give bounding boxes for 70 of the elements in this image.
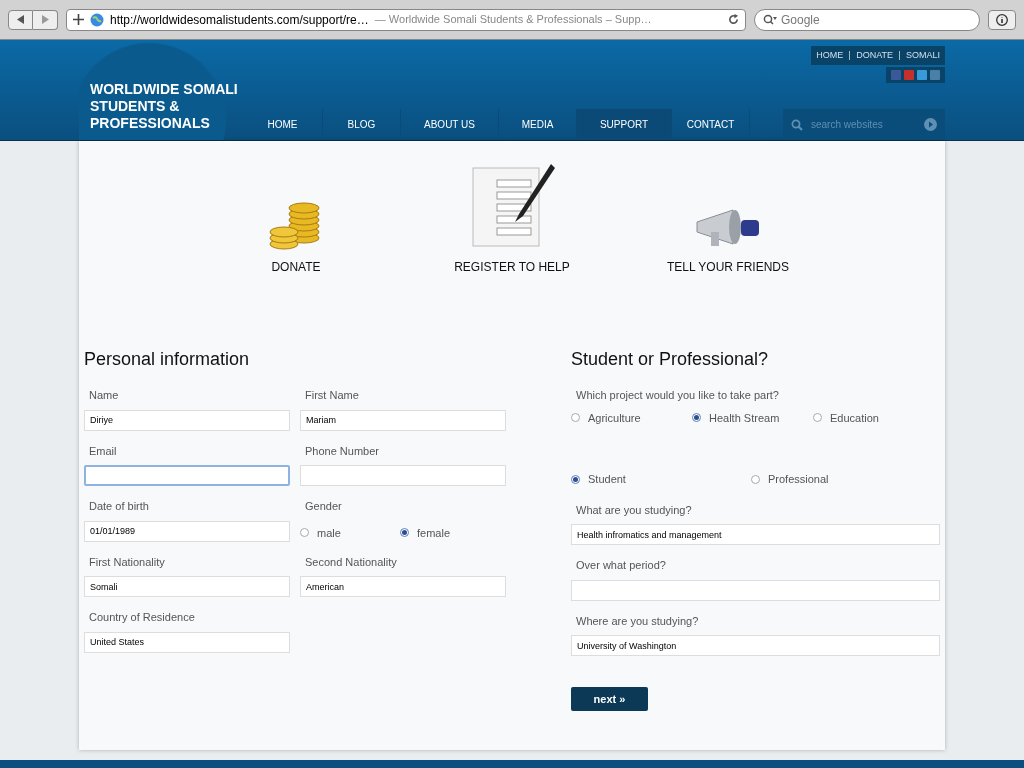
radio-button[interactable] — [692, 413, 701, 423]
forward-button[interactable] — [33, 9, 58, 30]
search-icon — [791, 118, 803, 131]
reload-icon[interactable] — [728, 14, 739, 25]
field-label: Phone Number — [304, 443, 380, 459]
radio-label: Education — [830, 410, 879, 426]
field-label: First Nationality — [88, 554, 166, 570]
text-field[interactable] — [300, 465, 506, 486]
top-link[interactable]: HOME — [816, 48, 844, 63]
nav-tab[interactable]: SUPPORT — [577, 109, 672, 140]
radio-label: Agriculture — [588, 410, 641, 426]
field-label: Where are you studying? — [575, 613, 700, 629]
address-bar[interactable]: http://worldwidesomalistudents.com/support/re… — Worldwide Somali Students & Professionals – Supp… — [66, 8, 746, 31]
radio-button[interactable] — [571, 413, 580, 423]
action-link[interactable]: DONATE — [271, 258, 321, 276]
section-heading: Personal information — [84, 348, 251, 371]
top-link[interactable]: DONATE — [856, 48, 893, 63]
field-label: Over what period? — [575, 558, 667, 573]
info-button[interactable] — [988, 9, 1016, 30]
back-button[interactable] — [8, 9, 33, 30]
nav-tab[interactable]: HOME — [243, 109, 323, 140]
nav-tab[interactable]: BLOG — [323, 109, 401, 140]
action-link[interactable]: REGISTER TO HELP — [454, 258, 570, 276]
forward-arrow-icon — [41, 15, 49, 24]
top-link[interactable]: SOMALI — [906, 48, 940, 63]
text-field[interactable]: University of Washington — [571, 635, 940, 656]
text-field[interactable]: United States — [84, 631, 290, 653]
nav-tab[interactable]: ABOUT US — [401, 109, 499, 140]
radio-button[interactable] — [813, 413, 822, 423]
text-field[interactable]: American — [300, 576, 506, 597]
radio-button[interactable] — [300, 528, 309, 538]
text-field[interactable]: 01/01/1989 — [84, 520, 290, 542]
plus-icon[interactable] — [73, 14, 84, 25]
search-placeholder: search websites — [811, 118, 883, 132]
field-label: First Name — [304, 388, 360, 403]
radio-label: Student — [588, 472, 626, 487]
field-label: Email — [88, 443, 118, 459]
page-title-text: — Worldwide Somali Students & Professionals – Supp… — [374, 12, 652, 28]
section-heading: Student or Professional? — [571, 348, 770, 371]
radio-label: Health Stream — [709, 410, 780, 426]
radio-button[interactable] — [400, 528, 409, 538]
search-field[interactable]: Google — [754, 8, 980, 31]
text-field[interactable] — [571, 579, 940, 601]
search-placeholder: Google — [781, 11, 820, 29]
info-icon — [996, 13, 1008, 26]
radio-button[interactable] — [751, 474, 760, 484]
text-field[interactable]: Mariam — [300, 409, 506, 431]
field-label: Gender — [304, 499, 343, 514]
radio-button[interactable] — [571, 474, 580, 484]
nav-tab[interactable]: CONTACT — [672, 109, 750, 140]
field-label: What are you studying? — [575, 502, 693, 518]
radio-label: female — [417, 525, 451, 541]
text-field[interactable] — [84, 465, 290, 486]
form-with-pen-icon — [469, 162, 555, 250]
radio-label: Professional — [768, 472, 829, 487]
question-text: Which project would you like to take part? — [575, 388, 780, 403]
text-field[interactable]: Health infromatics and management — [571, 524, 940, 545]
next-button[interactable]: next » — [571, 687, 648, 711]
action-link[interactable]: TELL YOUR FRIENDS — [667, 258, 789, 276]
text-field[interactable]: Diriye — [84, 409, 290, 431]
globe-icon — [90, 12, 104, 27]
search-icon — [763, 13, 777, 26]
back-arrow-icon — [16, 15, 25, 24]
field-label: Second Nationality — [304, 554, 398, 570]
field-label: Country of Residence — [88, 610, 196, 625]
text-field[interactable]: Somali — [84, 576, 290, 597]
radio-label: male — [317, 525, 341, 541]
field-label: Date of birth — [88, 499, 150, 514]
url-text: http://worldwidesomalistudents.com/support/re… — [110, 11, 369, 29]
field-label: Name — [88, 388, 120, 403]
